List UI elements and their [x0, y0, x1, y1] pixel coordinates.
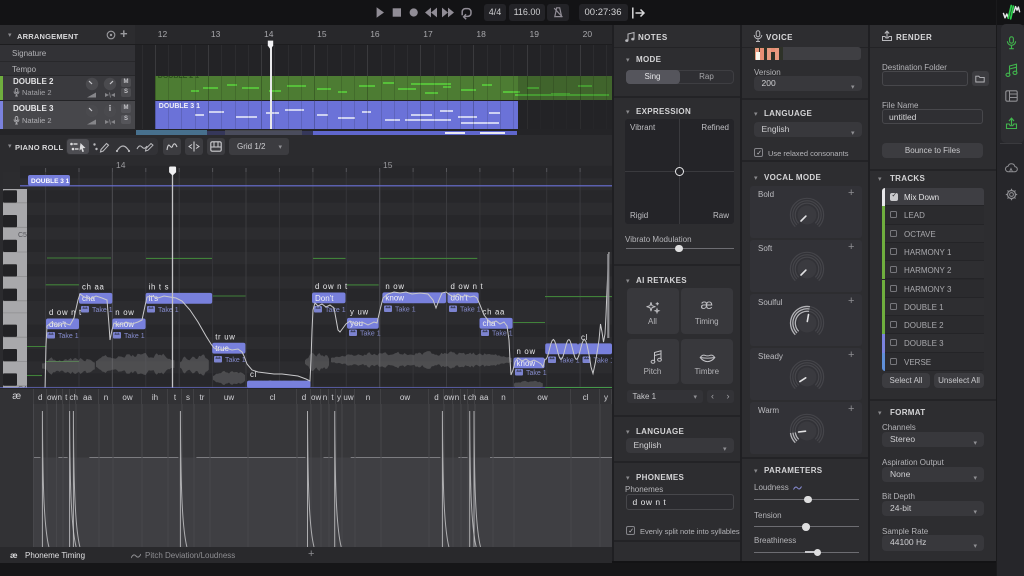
svg-text:C5: C5 — [18, 232, 27, 239]
svg-text:ch aa: ch aa — [82, 283, 105, 292]
svg-text:ih t s: ih t s — [149, 283, 170, 292]
svg-text:n ow: n ow — [115, 308, 134, 317]
svg-text:know: know — [385, 294, 404, 303]
svg-text:Take 1: Take 1 — [460, 307, 481, 314]
svg-text:Take 1: Take 1 — [395, 307, 416, 314]
svg-text:it's: it's — [149, 294, 159, 303]
svg-text:Take 1: Take 1 — [360, 331, 381, 338]
svg-text:Take 1: Take 1 — [58, 333, 79, 340]
svg-text:Take 1: Take 1 — [225, 357, 246, 364]
svg-text:DOUBLE 3 1: DOUBLE 3 1 — [31, 178, 70, 185]
svg-text:ch aa: ch aa — [483, 308, 506, 317]
svg-text:n ow: n ow — [517, 347, 536, 356]
svg-text:Don't: Don't — [315, 294, 334, 303]
svg-text:don't: don't — [49, 320, 67, 329]
svg-text:Take 1: Take 1 — [124, 333, 145, 340]
svg-text:cl: cl — [581, 333, 588, 342]
svg-text:Take 1: Take 1 — [92, 307, 113, 314]
svg-text:d ow n t: d ow n t — [451, 282, 484, 291]
svg-text:Take 1: Take 1 — [158, 307, 179, 314]
svg-text:d ow n t: d ow n t — [315, 282, 348, 291]
svg-text:y uw: y uw — [350, 308, 369, 317]
svg-text:14: 14 — [116, 160, 126, 170]
svg-text:Take 1: Take 1 — [526, 370, 547, 377]
svg-text:n ow: n ow — [385, 282, 404, 291]
svg-text:d ow n t: d ow n t — [49, 308, 82, 317]
svg-text:tr uw: tr uw — [215, 332, 235, 341]
svg-text:15: 15 — [383, 160, 393, 170]
svg-text:know: know — [517, 359, 536, 368]
svg-text:Take 1: Take 1 — [492, 331, 513, 338]
